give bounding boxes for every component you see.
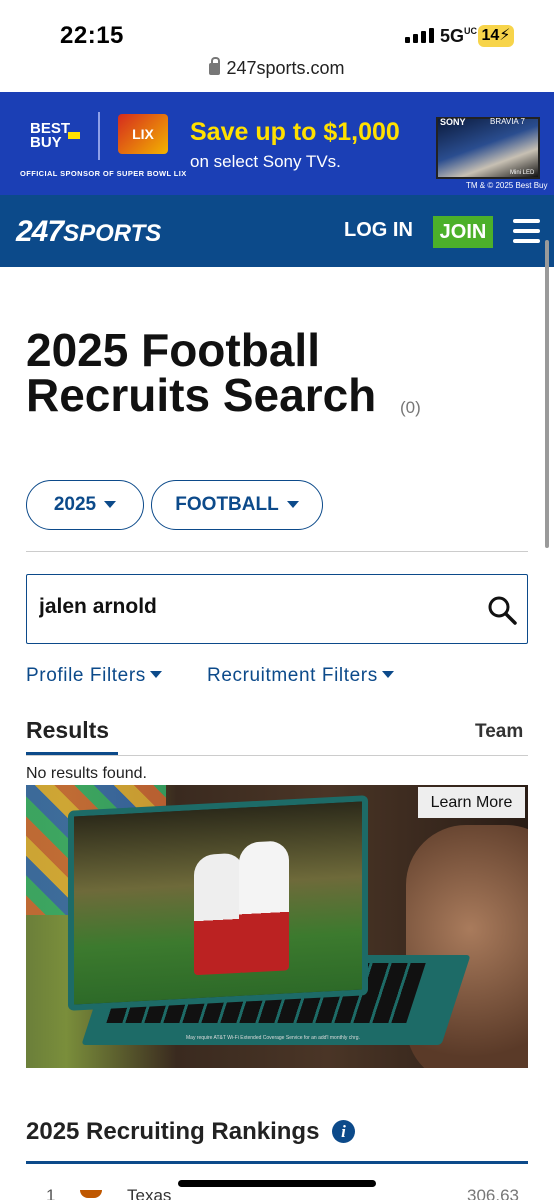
tv-brand: SONY (440, 117, 466, 127)
signal-icon (405, 28, 434, 43)
super-bowl-logo: LIX (118, 114, 168, 154)
lock-icon (209, 57, 221, 75)
logo-sports: SPORTS (63, 220, 162, 247)
search-icon[interactable] (487, 595, 517, 625)
chevron-down-icon (286, 501, 299, 508)
caret-down-icon (381, 671, 394, 678)
learn-more-button[interactable]: Learn More (418, 787, 525, 818)
address-bar[interactable]: 247sports.com (0, 57, 554, 86)
page-title: 2025 Football Recruits Search (26, 324, 377, 421)
tv-model: BRAVIA 7 (490, 117, 525, 126)
football-scene (74, 801, 362, 1005)
profile-filters-label: Profile Filters (26, 665, 146, 686)
login-link[interactable]: LOG IN (344, 219, 413, 242)
home-indicator[interactable] (178, 1180, 376, 1187)
ad-divider (98, 112, 100, 160)
battery-icon: 14⚡ (478, 25, 514, 47)
recruitment-filters-toggle[interactable]: Recruitment Filters (207, 665, 394, 687)
result-count: (0) (400, 398, 421, 417)
ad-subline: on select Sony TVs. (190, 152, 341, 171)
site-logo[interactable]: 247SPORTS (16, 215, 161, 249)
ad-trademark: TM & © 2025 Best Buy (466, 181, 548, 190)
clock: 22:15 (60, 22, 124, 49)
rankings-divider (26, 1161, 528, 1164)
ranking-row[interactable]: 1 Texas 306.63 (0, 1186, 554, 1200)
chevron-down-icon (104, 501, 117, 508)
caret-down-icon (149, 671, 162, 678)
sport-dropdown[interactable]: FOOTBALL (151, 480, 323, 530)
tab-results[interactable]: Results (26, 717, 109, 744)
join-button[interactable]: JOIN (433, 216, 493, 248)
network-indicator: 5GUC (440, 26, 478, 46)
profile-filters-toggle[interactable]: Profile Filters (26, 665, 162, 687)
video-ad[interactable]: May require AT&T Wi-Fi Extended Coverage… (26, 785, 528, 1068)
rankings-title: 2025 Recruiting Rankings (26, 1118, 320, 1145)
year-value: 2025 (53, 494, 97, 515)
rank-team-name: Texas (127, 1186, 172, 1200)
tv-tag: Mini LED (510, 170, 535, 176)
logo-247: 247 (16, 215, 64, 248)
status-bar: 22:15 5GUC 14⚡ (0, 0, 554, 60)
longhorn-logo-icon (80, 1190, 102, 1198)
ad-sponsor-text: OFFICIAL SPONSOR OF SUPER BOWL LIX (20, 169, 187, 178)
year-dropdown[interactable]: 2025 (26, 480, 144, 530)
scrollbar[interactable] (545, 240, 549, 548)
tab-team[interactable]: Team (475, 721, 523, 743)
recruitment-filters-label: Recruitment Filters (207, 665, 378, 686)
hamburger-menu-icon[interactable] (513, 219, 540, 243)
best-buy-tag-icon (68, 132, 80, 139)
divider (26, 755, 528, 756)
divider (26, 551, 528, 552)
url-text: 247sports.com (226, 58, 345, 78)
ad-headline: Save up to $1,000 (190, 118, 400, 146)
search-input[interactable] (39, 595, 469, 619)
info-icon[interactable]: i (332, 1120, 355, 1143)
ad-disclaimer: May require AT&T Wi-Fi Extended Coverage… (186, 1035, 360, 1041)
search-box (26, 574, 528, 644)
player-figure (194, 852, 244, 976)
rank-number: 1 (46, 1186, 56, 1200)
laptop-screen (68, 795, 368, 1011)
sport-value: FOOTBALL (175, 494, 279, 515)
player-figure (239, 840, 289, 973)
rank-score: 306.63 (467, 1186, 519, 1200)
no-results-message: No results found. (26, 765, 147, 782)
